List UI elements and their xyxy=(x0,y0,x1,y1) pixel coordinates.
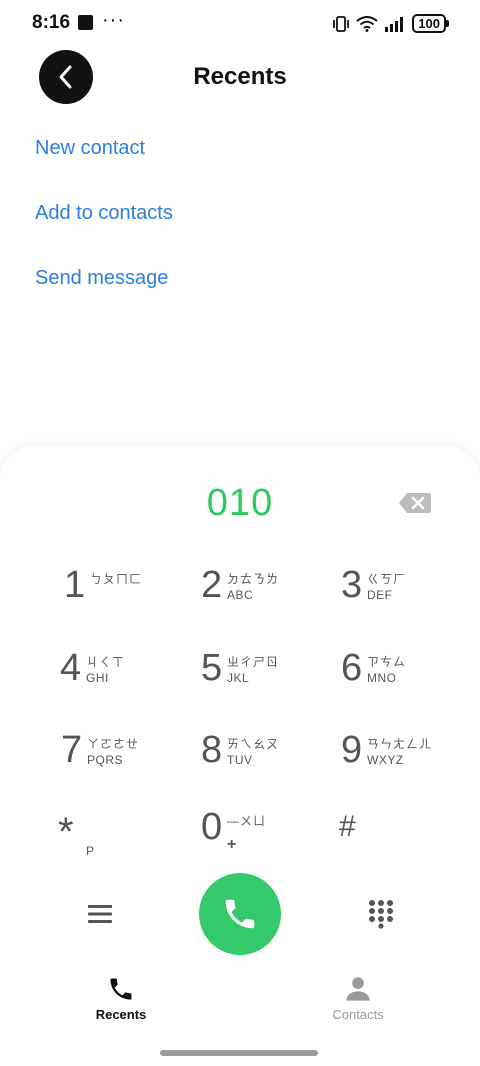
key-digit: 7 xyxy=(61,729,83,771)
status-bar: 8:16 ··· 100 xyxy=(0,0,480,46)
key-digit: 9 xyxy=(341,729,363,771)
tab-label: Contacts xyxy=(332,1007,384,1022)
home-indicator[interactable] xyxy=(160,1050,318,1056)
key-zhuyin: ㄚㄛㄜㄝ xyxy=(87,737,140,751)
signal-icon xyxy=(385,16,404,32)
key-digit: 5 xyxy=(201,647,223,689)
key-8[interactable]: 8 ㄞㄟㄠㄡ TUV xyxy=(201,729,331,789)
phone-icon xyxy=(110,978,132,1000)
person-icon xyxy=(346,977,370,1001)
key-1[interactable]: 1 ㄅㄆㄇㄈ xyxy=(64,564,194,624)
dialer-panel: 010 1 ㄅㄆㄇㄈ 2 ㄉㄊㄋㄌ ABC 3 ㄍㄎㄏ DEF 4 ㄐㄑㄒ GH… xyxy=(0,446,480,1066)
key-digit: 3 xyxy=(341,564,363,606)
key-6[interactable]: 6 ㄗㄘㄙ MNO xyxy=(341,647,471,707)
key-4[interactable]: 4 ㄐㄑㄒ GHI xyxy=(60,647,190,707)
wifi-icon xyxy=(356,15,378,32)
keypad-icon[interactable] xyxy=(368,899,394,929)
key-hash[interactable]: # xyxy=(339,806,469,866)
key-zhuyin: ㄍㄎㄏ xyxy=(367,572,407,586)
key-digit: 6 xyxy=(341,647,363,689)
key-2[interactable]: 2 ㄉㄊㄋㄌ ABC xyxy=(201,564,331,624)
vibrate-icon xyxy=(333,15,350,32)
call-button[interactable] xyxy=(199,873,281,955)
add-to-contacts-link[interactable]: Add to contacts xyxy=(35,202,173,225)
key-letters: DEF xyxy=(367,588,393,602)
key-letters: JKL xyxy=(227,671,250,685)
tab-label: Recents xyxy=(95,1007,147,1022)
key-zhuyin: ㄉㄊㄋㄌ xyxy=(227,572,280,586)
send-message-link[interactable]: Send message xyxy=(35,267,168,290)
backspace-icon[interactable] xyxy=(398,492,432,514)
key-digit: 2 xyxy=(201,564,223,606)
key-zhuyin: ㄞㄟㄠㄡ xyxy=(227,737,280,751)
status-icons: 100 xyxy=(332,14,449,33)
key-5[interactable]: 5 ㄓㄔㄕㄖ JKL xyxy=(201,647,331,707)
new-contact-link[interactable]: New contact xyxy=(35,137,145,160)
key-zhuyin: ㄢㄣㄤㄥㄦ xyxy=(367,737,433,751)
key-letters: WXYZ xyxy=(367,753,404,767)
more-notifications-icon: ··· xyxy=(102,9,125,31)
key-7[interactable]: 7 ㄚㄛㄜㄝ PQRS xyxy=(61,729,191,789)
key-digit: 1 xyxy=(64,564,86,606)
status-time: 8:16 xyxy=(32,12,71,33)
key-9[interactable]: 9 ㄢㄣㄤㄥㄦ WXYZ xyxy=(341,729,471,789)
phone-icon xyxy=(225,899,255,929)
key-letters: MNO xyxy=(367,671,397,685)
key-zhuyin: —ㄨㄩ xyxy=(227,814,267,828)
tab-recents[interactable]: Recents xyxy=(71,975,171,1022)
key-letters: GHI xyxy=(86,671,109,685)
key-letters: ABC xyxy=(227,588,254,602)
key-digit: 0 xyxy=(201,806,223,848)
key-zhuyin: ㄓㄔㄕㄖ xyxy=(227,655,280,669)
key-letters: P xyxy=(86,844,95,858)
key-zhuyin: ㄐㄑㄒ xyxy=(86,655,126,669)
key-letters: TUV xyxy=(227,753,253,767)
key-letters: + xyxy=(227,836,237,853)
key-3[interactable]: 3 ㄍㄎㄏ DEF xyxy=(341,564,471,624)
notification-square-icon xyxy=(78,15,93,30)
key-digit: 8 xyxy=(201,729,223,771)
key-zhuyin: ㄅㄆㄇㄈ xyxy=(90,572,143,586)
key-digit: 4 xyxy=(60,647,82,689)
key-star[interactable]: * P xyxy=(58,806,188,866)
key-digit: # xyxy=(339,810,356,843)
key-digit: * xyxy=(58,810,74,854)
key-zhuyin: ㄗㄘㄙ xyxy=(367,655,407,669)
page-title: Recents xyxy=(193,63,287,90)
menu-icon[interactable] xyxy=(87,902,113,926)
key-0[interactable]: 0 —ㄨㄩ + xyxy=(201,806,331,866)
tab-contacts[interactable]: Contacts xyxy=(308,975,408,1022)
battery-indicator: 100 xyxy=(412,14,449,33)
key-letters: PQRS xyxy=(87,753,124,767)
